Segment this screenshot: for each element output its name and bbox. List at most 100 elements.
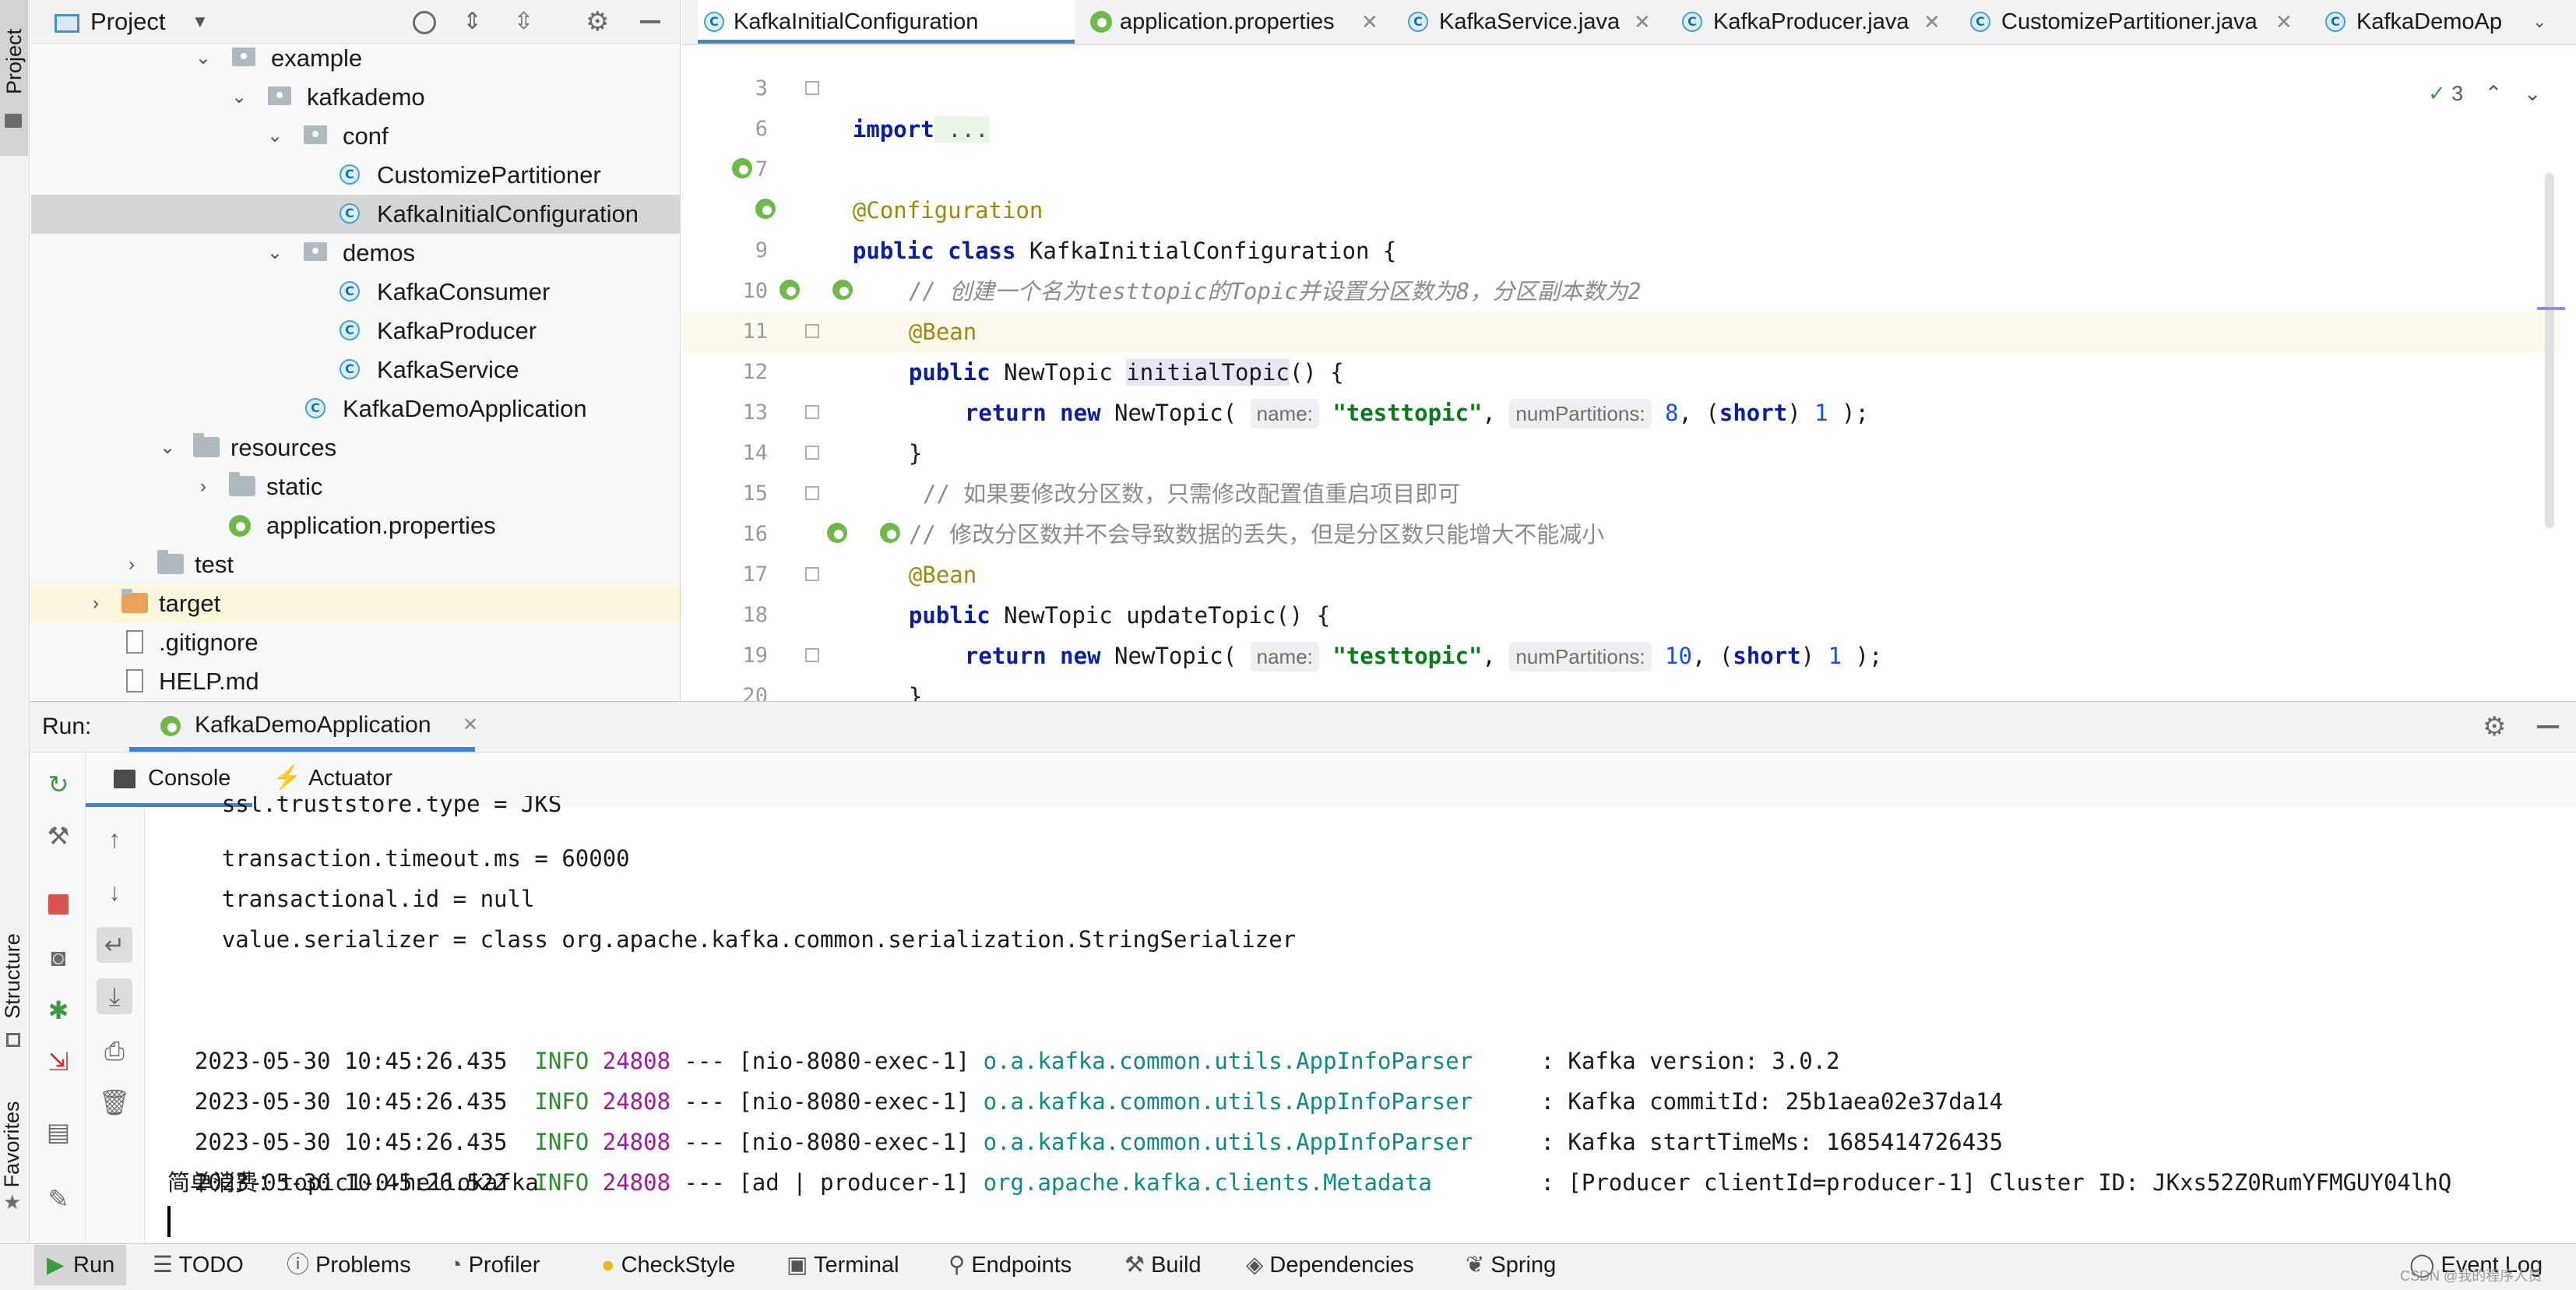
rerun-icon[interactable]: ↻ [40, 767, 76, 802]
gear-icon[interactable]: ⚙ [586, 5, 609, 39]
pin-icon[interactable]: ✎ [40, 1181, 76, 1217]
layout-icon[interactable]: ▤ [40, 1114, 76, 1150]
tree-item-example[interactable]: ⌄ example [31, 39, 680, 78]
tree-item-gitignore[interactable]: .gitignore [31, 623, 680, 662]
tree-item-resources[interactable]: ⌄ resources [31, 428, 680, 467]
print-icon[interactable]: ⎙ [97, 1033, 132, 1069]
hide-panel-icon[interactable] [2537, 725, 2559, 728]
tool-run[interactable]: ▶ Run [34, 1245, 126, 1285]
tab-kafkaproducer[interactable]: C KafkaProducer.java [1679, 0, 1928, 44]
code-line-18[interactable]: return new NewTopic( name: "testtopic" , … [938, 595, 1882, 671]
fold-marker-icon[interactable] [805, 324, 819, 338]
tree-item-customizepartitioner[interactable]: C CustomizePartitioner [31, 156, 680, 195]
chevron-right-icon[interactable]: › [192, 467, 215, 506]
code-line-3[interactable]: import ... [825, 69, 989, 143]
camera-icon[interactable]: ◙ [40, 939, 76, 975]
close-icon[interactable]: ✕ [1634, 0, 1651, 44]
tool-build[interactable]: ⚒ Build [1124, 1245, 1202, 1285]
soft-wrap-icon[interactable]: ↵ [97, 927, 132, 963]
arrow-up-icon[interactable]: ↑ [97, 821, 132, 857]
chevron-down-icon[interactable]: ⌄ [156, 428, 179, 467]
tab-list-chevron-icon[interactable]: ⌄ [2532, 0, 2546, 44]
code-line-19[interactable]: } [882, 636, 922, 710]
tree-item-demos[interactable]: ⌄ demos [31, 234, 680, 273]
inspection-widget[interactable]: ✓ 3 ⌃ ⌄ [2428, 78, 2541, 109]
code-line-16[interactable]: @Bean [882, 514, 977, 588]
fold-marker-icon[interactable] [805, 486, 819, 500]
scroll-to-end-icon[interactable]: ⤓ [97, 978, 132, 1014]
tool-endpoints[interactable]: ⚲ Endpoints [948, 1245, 1072, 1285]
stop-icon[interactable] [48, 894, 69, 915]
tool-spring[interactable]: ❦ Spring [1466, 1245, 1556, 1285]
tree-item-test[interactable]: › test [31, 545, 680, 584]
collapse-all-icon[interactable]: ⇳ [514, 5, 533, 39]
fold-marker-icon[interactable] [805, 446, 819, 460]
fold-marker-icon[interactable] [805, 81, 819, 95]
tab-customizepartitioner[interactable]: C CustomizePartitioner.java [1967, 0, 2286, 44]
tool-dependencies[interactable]: ◈ Dependencies [1246, 1245, 1414, 1285]
hide-panel-icon[interactable] [640, 20, 660, 23]
code-line-9[interactable]: // 创建一个名为testtopic的Topic并设置分区数为8，分区副本数为2 [882, 231, 1642, 305]
tree-item-kafkademoapplication[interactable]: C KafkaDemoApplication [31, 389, 680, 428]
gear-icon[interactable]: ⚙ [2483, 702, 2506, 752]
tree-item-application-properties[interactable]: application.properties [31, 506, 680, 545]
expand-all-icon[interactable]: ⇕ [463, 5, 482, 39]
code-line-11[interactable]: public NewTopic initialTopic() { [882, 312, 1344, 386]
exit-icon[interactable]: ⇲ [40, 1044, 76, 1080]
spring-bean-gutter-icon[interactable] [779, 280, 800, 300]
tree-item-kafkaservice[interactable]: C KafkaService [31, 351, 680, 389]
code-line-8[interactable]: public class KafkaInitialConfiguration { [825, 190, 1396, 264]
spring-bean-gutter-icon[interactable] [832, 280, 853, 300]
code-line-12[interactable]: return new NewTopic( name: "testtopic" , … [938, 352, 1869, 428]
tree-item-conf[interactable]: ⌄ conf [31, 117, 680, 156]
favorites-tool-label[interactable]: Favorites [0, 1086, 25, 1203]
fold-marker-icon[interactable] [805, 567, 819, 581]
code-line-13[interactable]: } [882, 393, 922, 467]
tool-checkstyle[interactable]: ● CheckStyle [601, 1245, 735, 1285]
tab-kafkainitialconfiguration[interactable]: C KafkaInitialConfiguration.java [698, 0, 1026, 44]
project-panel-title[interactable]: Project [90, 0, 165, 44]
tool-problems[interactable]: ⓘ Problems [287, 1245, 411, 1285]
debug-icon[interactable]: ✱ [40, 992, 76, 1028]
code-line-15[interactable]: // 修改分区数并不会导致数据的丢失，但是分区数只能增大不能减小 [882, 474, 1604, 548]
tree-item-kafkaproducer[interactable]: C KafkaProducer [31, 312, 680, 351]
spring-bean-gutter-icon[interactable] [732, 158, 752, 178]
tab-application-properties[interactable]: application.properties [1087, 0, 1367, 44]
tree-item-target[interactable]: › target [31, 584, 680, 623]
code-line-14[interactable]: // 如果要修改分区数，只需修改配置值重启项目即可 [896, 433, 1460, 507]
tab-kafkaservice[interactable]: C KafkaService.java [1405, 0, 1638, 44]
chevron-down-icon[interactable]: ⌄ [227, 78, 251, 117]
close-icon[interactable]: ✕ [2275, 0, 2293, 44]
chevron-right-icon[interactable]: › [84, 584, 107, 623]
arrow-down-icon[interactable]: ↓ [97, 874, 132, 910]
chevron-down-icon[interactable]: ▼ [192, 0, 209, 44]
tree-item-kafkademo[interactable]: ⌄ kafkademo [31, 78, 680, 117]
editor-scrollbar[interactable] [2545, 173, 2554, 528]
chevron-down-icon[interactable]: ⌄ [192, 39, 215, 78]
tab-kafkademoapplication[interactable]: C KafkaDemoAp [2322, 0, 2504, 44]
close-icon[interactable]: ✕ [1361, 0, 1378, 44]
tool-profiler[interactable]: ◔ Profiler [449, 1245, 540, 1285]
tree-item-help-md[interactable]: HELP.md [31, 662, 680, 701]
locate-icon[interactable] [413, 11, 436, 34]
code-line-10[interactable]: @Bean [882, 271, 977, 345]
tool-terminal[interactable]: ▣ Terminal [787, 1245, 899, 1285]
close-icon[interactable]: ✕ [1923, 0, 1941, 44]
chevron-down-icon[interactable]: ⌄ [263, 117, 287, 156]
tool-todo[interactable]: ☰ TODO [153, 1245, 244, 1285]
chevron-down-icon[interactable]: ⌄ [263, 234, 287, 273]
close-icon[interactable]: ✕ [463, 702, 478, 749]
code-line-17[interactable]: public NewTopic updateTopic() { [882, 555, 1330, 629]
structure-tool-label[interactable]: Structure [0, 914, 26, 1038]
chevron-down-icon[interactable]: ⌄ [2524, 82, 2542, 105]
fold-marker-icon[interactable] [805, 405, 819, 419]
tree-item-static[interactable]: › static [31, 467, 680, 506]
run-config-tab[interactable]: KafkaDemoApplication ✕ [129, 702, 478, 752]
chevron-up-icon[interactable]: ⌃ [2485, 82, 2503, 105]
code-line-7[interactable]: @Configuration [825, 150, 1043, 224]
fold-marker-icon[interactable] [805, 648, 819, 662]
wrench-icon[interactable]: ⚒ [40, 818, 76, 854]
tree-item-kafkainitialconfiguration[interactable]: C KafkaInitialConfiguration [31, 195, 680, 234]
tree-item-kafkaconsumer[interactable]: C KafkaConsumer [31, 273, 680, 312]
spring-bean-gutter-icon[interactable] [826, 523, 847, 543]
